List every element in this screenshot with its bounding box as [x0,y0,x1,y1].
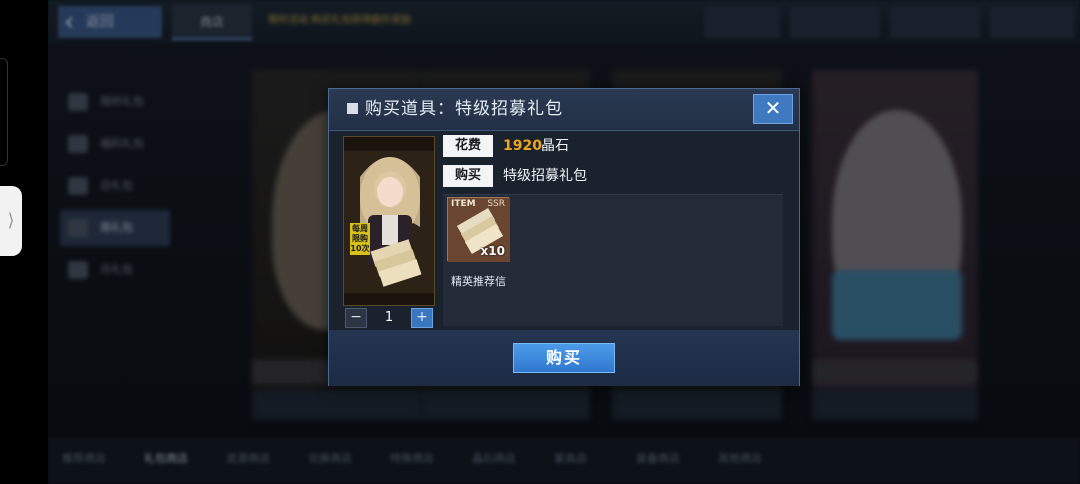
item-name: 精英推荐信 [451,275,506,288]
close-button[interactable]: ✕ [753,94,793,124]
plus-icon: + [416,309,428,325]
rail-indicator [0,58,8,166]
item-tag: ITEM [451,199,476,209]
confirm-purchase-button[interactable]: 购买 [513,343,615,373]
package-preview: 每周限购10次 [343,136,435,306]
decrease-button[interactable]: − [345,308,367,328]
contents-panel: ITEM SSR x10 精英推荐信 [443,194,783,326]
item-rarity: SSR [487,199,505,209]
dialog-body: 每周限购10次 − 1 + 花费 1920 晶石 购买 特级招募礼包 ITEM … [329,132,799,330]
dialog-title: 购买道具：特级招募礼包 [365,99,563,119]
cost-currency: 晶石 [541,138,569,154]
title-square-icon [347,103,358,114]
dialog-header: 购买道具：特级招募礼包 ✕ [329,89,799,131]
close-icon: ✕ [764,96,782,120]
minus-icon: − [350,309,362,325]
cost-label: 花费 [443,135,493,157]
preview-bottom-bar [344,293,434,305]
quantity-stepper: − 1 + [343,308,435,328]
purchase-dialog: 购买道具：特级招募礼包 ✕ 每周限购10次 − 1 + 花费 1920 晶石 购… [328,88,800,386]
item-card[interactable]: ITEM SSR x10 [447,197,510,262]
weekly-limit-badge: 每周限购10次 [350,223,370,255]
preview-top-bar [344,137,434,151]
cost-amount: 1920 [503,138,542,154]
item-count: x10 [480,244,505,258]
buy-item-name: 特级招募礼包 [503,168,587,184]
drawer-handle[interactable]: ⟩ [0,186,22,256]
increase-button[interactable]: + [411,308,433,328]
character-portrait [344,137,434,305]
quantity-value[interactable]: 1 [371,308,407,328]
dialog-footer: 购买 [329,330,799,386]
buy-label: 购买 [443,165,493,187]
